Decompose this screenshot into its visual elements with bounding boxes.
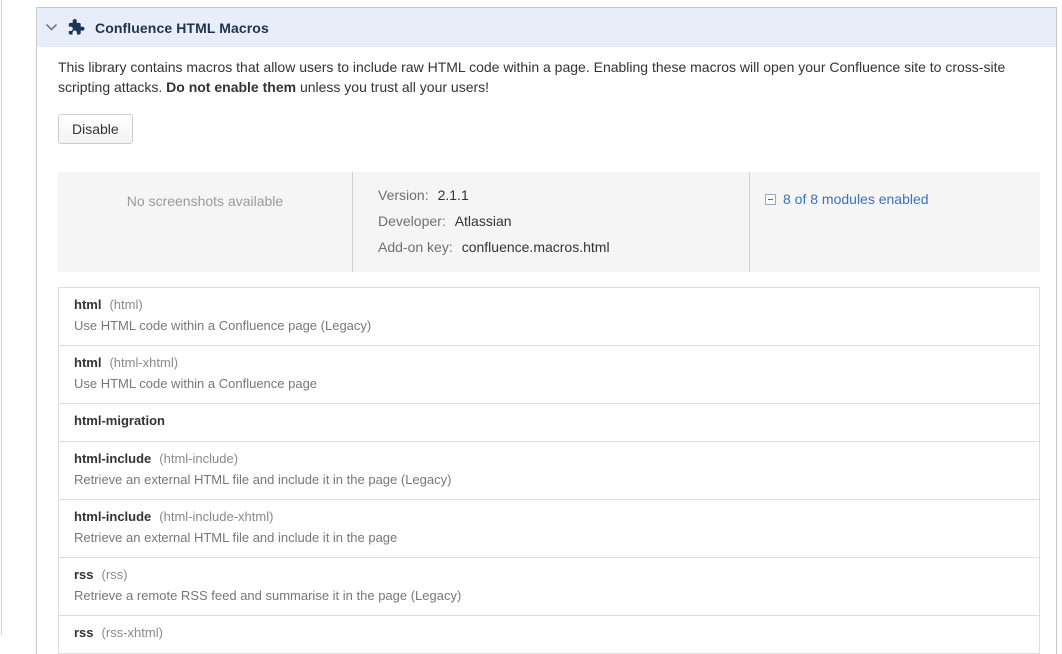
disable-button[interactable]: Disable [58,114,133,144]
module-description: Retrieve an external HTML file and inclu… [74,472,1024,487]
addon-info-panel: No screenshots available Version: 2.1.1 D… [58,172,1040,272]
developer-label: Developer: [378,213,446,229]
description-warning-bold: Do not enable them [166,79,296,95]
module-title-line: html (html) [74,297,1024,313]
addon-title: Confluence HTML Macros [95,20,269,36]
module-row: rss (rss-xhtml) [59,615,1039,653]
module-title-line: html-migration [74,413,1024,429]
module-row: rss (rss) Retrieve a remote RSS feed and … [59,557,1039,615]
developer-value: Atlassian [455,213,512,229]
module-name: html [74,355,101,370]
addon-expanded-panel: Confluence HTML Macros This library cont… [36,7,1057,654]
module-title-line: rss (rss) [74,567,1024,583]
modules-toggle-label: 8 of 8 modules enabled [783,191,929,207]
module-key: (html) [109,297,142,312]
module-title-line: html-include (html-include-xhtml) [74,509,1024,525]
addon-description: This library contains macros that allow … [58,57,1040,97]
addon-header-row[interactable]: Confluence HTML Macros [37,8,1056,47]
module-row: html-include (html-include) Retrieve an e… [59,441,1039,499]
module-key: (html-xhtml) [109,355,178,370]
addon-details-body: This library contains macros that allow … [37,57,1056,654]
modules-column: 8 of 8 modules enabled [750,172,1040,272]
module-row: html (html) Use HTML code within a Conflu… [59,288,1039,345]
version-label: Version: [378,187,429,203]
module-name: html [74,297,101,312]
module-key: (html-include) [159,451,238,466]
module-description: Retrieve an external HTML file and inclu… [74,530,1024,545]
module-row: html-migration [59,403,1039,441]
module-description: Use HTML code within a Confluence page [74,376,1024,391]
version-value: 2.1.1 [438,187,469,203]
screenshots-column: No screenshots available [58,172,353,272]
module-title-line: html (html-xhtml) [74,355,1024,371]
addon-key-row: Add-on key: confluence.macros.html [378,239,749,256]
description-text-after: unless you trust all your users! [296,79,489,95]
no-screenshots-text: No screenshots available [127,193,283,209]
addon-key-value: confluence.macros.html [462,239,610,255]
module-title-line: html-include (html-include) [74,451,1024,467]
version-row: Version: 2.1.1 [378,187,749,204]
module-description: Retrieve a remote RSS feed and summarise… [74,588,1024,603]
collapse-minus-icon[interactable] [765,194,776,205]
module-key: (rss) [102,567,128,582]
module-name: rss [74,567,94,582]
module-key: (html-include-xhtml) [159,509,273,524]
plugin-puzzle-icon [68,19,85,36]
module-name: html-migration [74,413,165,428]
plugin-list-left-border [1,0,2,635]
module-name: rss [74,625,94,640]
module-key: (rss-xhtml) [102,625,163,640]
modules-toggle-link[interactable]: 8 of 8 modules enabled [765,191,929,207]
developer-row: Developer: Atlassian [378,213,749,230]
details-column: Version: 2.1.1 Developer: Atlassian Add-on… [353,172,750,272]
module-name: html-include [74,509,151,524]
module-name: html-include [74,451,151,466]
module-description: Use HTML code within a Confluence page (… [74,318,1024,333]
module-row: html-include (html-include-xhtml) Retriev… [59,499,1039,557]
module-title-line: rss (rss-xhtml) [74,625,1024,641]
addon-key-label: Add-on key: [378,239,453,255]
module-list: html (html) Use HTML code within a Conflu… [58,287,1040,654]
chevron-down-icon[interactable] [46,24,57,31]
module-row: html (html-xhtml) Use HTML code within a … [59,345,1039,403]
